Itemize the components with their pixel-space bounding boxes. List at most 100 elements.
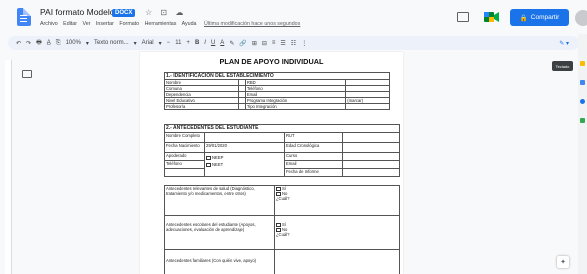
chevron-down-icon[interactable]: ▾ — [134, 40, 137, 47]
document-page[interactable]: PLAN DE APOYO INDIVIDUAL 1.- IDENTIFICAC… — [140, 52, 403, 274]
list-icon[interactable]: ☰ — [280, 40, 285, 47]
side-panel — [578, 34, 587, 274]
style-select[interactable]: Texto norm... — [94, 40, 129, 46]
cell[interactable] — [204, 132, 285, 143]
avatar[interactable] — [575, 10, 587, 26]
cell[interactable] — [274, 249, 400, 274]
spellcheck-icon[interactable]: A̲ — [47, 40, 51, 46]
more-icon[interactable]: ⋮ — [301, 40, 307, 47]
comment-add-icon[interactable]: ⊞ — [252, 40, 257, 47]
align-icon[interactable]: ≡ — [272, 40, 276, 46]
font-size-increase-button[interactable]: + — [186, 40, 190, 46]
option-label: ¿Cuál? — [276, 232, 290, 237]
italic-button[interactable]: I — [204, 40, 206, 46]
undo-icon[interactable]: ↶ — [16, 40, 21, 47]
menu-insertar[interactable]: Insertar — [96, 21, 114, 27]
star-move-cloud-icons[interactable]: ☆ ⊡ ☁ — [145, 8, 186, 17]
cell: Profesor/a — [164, 103, 239, 110]
cell[interactable] — [342, 142, 400, 153]
maps-icon[interactable] — [580, 118, 585, 123]
image-icon[interactable]: ⊟ — [262, 40, 267, 47]
table-row: Fecha Nacimiento 29/01/2020 Edad Cronoló… — [164, 142, 400, 153]
contacts-icon[interactable] — [580, 99, 585, 104]
cell: Edad Cronológica — [284, 142, 343, 153]
menu-bar: Archivo Editar Ver Insertar Formato Herr… — [40, 21, 304, 27]
tasks-icon[interactable] — [580, 80, 585, 85]
cell[interactable] — [342, 160, 400, 169]
table-row: Apoderado NEEP NEET Curso — [164, 152, 400, 177]
cell[interactable] — [342, 152, 400, 161]
highlight-icon[interactable]: ✎ — [229, 40, 234, 47]
menu-ayuda[interactable]: Ayuda — [182, 21, 197, 27]
cell: Antecedentes familiares (Con quién vive,… — [164, 249, 275, 274]
docx-badge: DOCX — [112, 9, 136, 17]
checkbox[interactable] — [206, 155, 211, 160]
underline-button[interactable]: U — [211, 40, 215, 46]
cell — [164, 168, 205, 177]
chevron-down-icon[interactable]: ▾ — [159, 40, 162, 47]
font-select[interactable]: Arial — [142, 40, 154, 46]
cell: Apoderado — [164, 152, 205, 161]
title-bar: PAI formato Modelo DOCX ☆ ⊡ ☁ Archivo Ed… — [0, 0, 587, 34]
menu-herramientas[interactable]: Herramientas — [145, 21, 177, 27]
formatting-toolbar: ↶ ↷ 🖶 A̲ ⎘ 100% ▾ Texto norm... ▾ Arial … — [8, 36, 579, 50]
edit-mode-select[interactable]: ✎ ▾ — [559, 40, 569, 47]
paint-format-icon[interactable]: ⎘ — [56, 40, 61, 47]
keep-icon[interactable] — [580, 61, 585, 66]
cell: Teléfono — [164, 160, 205, 169]
table-row: Profesor/a Tipo Integración — [164, 103, 390, 110]
font-size-input[interactable]: 11 — [175, 40, 181, 46]
cell[interactable]: 29/01/2020 — [204, 142, 285, 153]
bold-button[interactable]: B — [195, 40, 199, 46]
table-row: Antecedentes familiares (Con quién vive,… — [164, 249, 400, 274]
menu-editar[interactable]: Editar — [63, 21, 77, 27]
option-label: NEEP — [212, 155, 224, 160]
cell: Antecedentes relevantes de salud (Diagnó… — [164, 185, 275, 216]
background-table: Antecedentes relevantes de salud (Diagnó… — [164, 185, 400, 274]
redo-icon[interactable]: ↷ — [26, 40, 31, 47]
cell: Tipo Integración — [244, 103, 347, 110]
document-title[interactable]: PAI formato Modelo — [40, 7, 115, 17]
docs-logo-icon[interactable] — [17, 8, 31, 26]
checkbox[interactable] — [206, 162, 211, 167]
table-row: Antecedentes escolares del estudiante (A… — [164, 215, 400, 250]
document-outline-icon[interactable] — [22, 70, 32, 78]
cell[interactable] — [342, 168, 400, 177]
cell: Fecha de Informe — [284, 168, 343, 177]
print-icon[interactable]: 🖶 — [36, 38, 42, 48]
explore-icon[interactable]: ✦ — [557, 256, 569, 268]
cell[interactable] — [342, 132, 400, 143]
vertical-ruler[interactable] — [5, 60, 12, 274]
share-button[interactable]: 🔒 Compartir — [510, 9, 569, 26]
page-title: PLAN DE APOYO INDIVIDUAL — [219, 57, 324, 66]
cell: Curso — [284, 152, 343, 161]
need-type-cell: NEEP NEET — [204, 152, 285, 177]
last-edit-link[interactable]: Última modificación hace unos segundos — [204, 21, 300, 27]
cell: Fecha Nacimiento — [164, 142, 205, 153]
link-icon[interactable]: 🔗 — [239, 40, 246, 47]
cell: Nombre Completo — [164, 132, 205, 143]
cell: Antecedentes escolares del estudiante (A… — [164, 215, 275, 250]
menu-formato[interactable]: Formato — [119, 21, 139, 27]
establishment-table: 1.- IDENTIFICACIÓN DEL ESTABLECIMIENTO N… — [164, 72, 390, 110]
section-heading: 1.- IDENTIFICACIÓN DEL ESTABLECIMIENTO — [164, 72, 390, 80]
chevron-down-icon[interactable]: ▾ — [86, 40, 89, 47]
cell: RUT — [284, 132, 343, 143]
menu-ver[interactable]: Ver — [82, 21, 90, 27]
cell: Email — [284, 160, 343, 169]
meet-icon[interactable] — [484, 11, 500, 23]
student-table: 2.- ANTECEDENTES DEL ESTUDIANTE Nombre C… — [164, 124, 400, 177]
font-size-decrease-button[interactable]: − — [167, 40, 171, 46]
comments-icon[interactable] — [457, 12, 469, 22]
cell[interactable] — [345, 103, 390, 110]
text-color-button[interactable]: A — [220, 40, 224, 46]
zoom-select[interactable]: 100% — [66, 40, 81, 46]
table-row: Antecedentes relevantes de salud (Diagnó… — [164, 185, 400, 216]
lock-icon: 🔒 — [519, 14, 528, 22]
cell[interactable] — [237, 103, 246, 110]
section-heading: 2.- ANTECEDENTES DEL ESTUDIANTE — [164, 124, 400, 133]
option-label: NEET — [212, 162, 224, 167]
tooltip: Teclado — [552, 61, 573, 71]
menu-archivo[interactable]: Archivo — [40, 21, 58, 27]
indent-icon[interactable]: ☷ — [291, 40, 296, 47]
